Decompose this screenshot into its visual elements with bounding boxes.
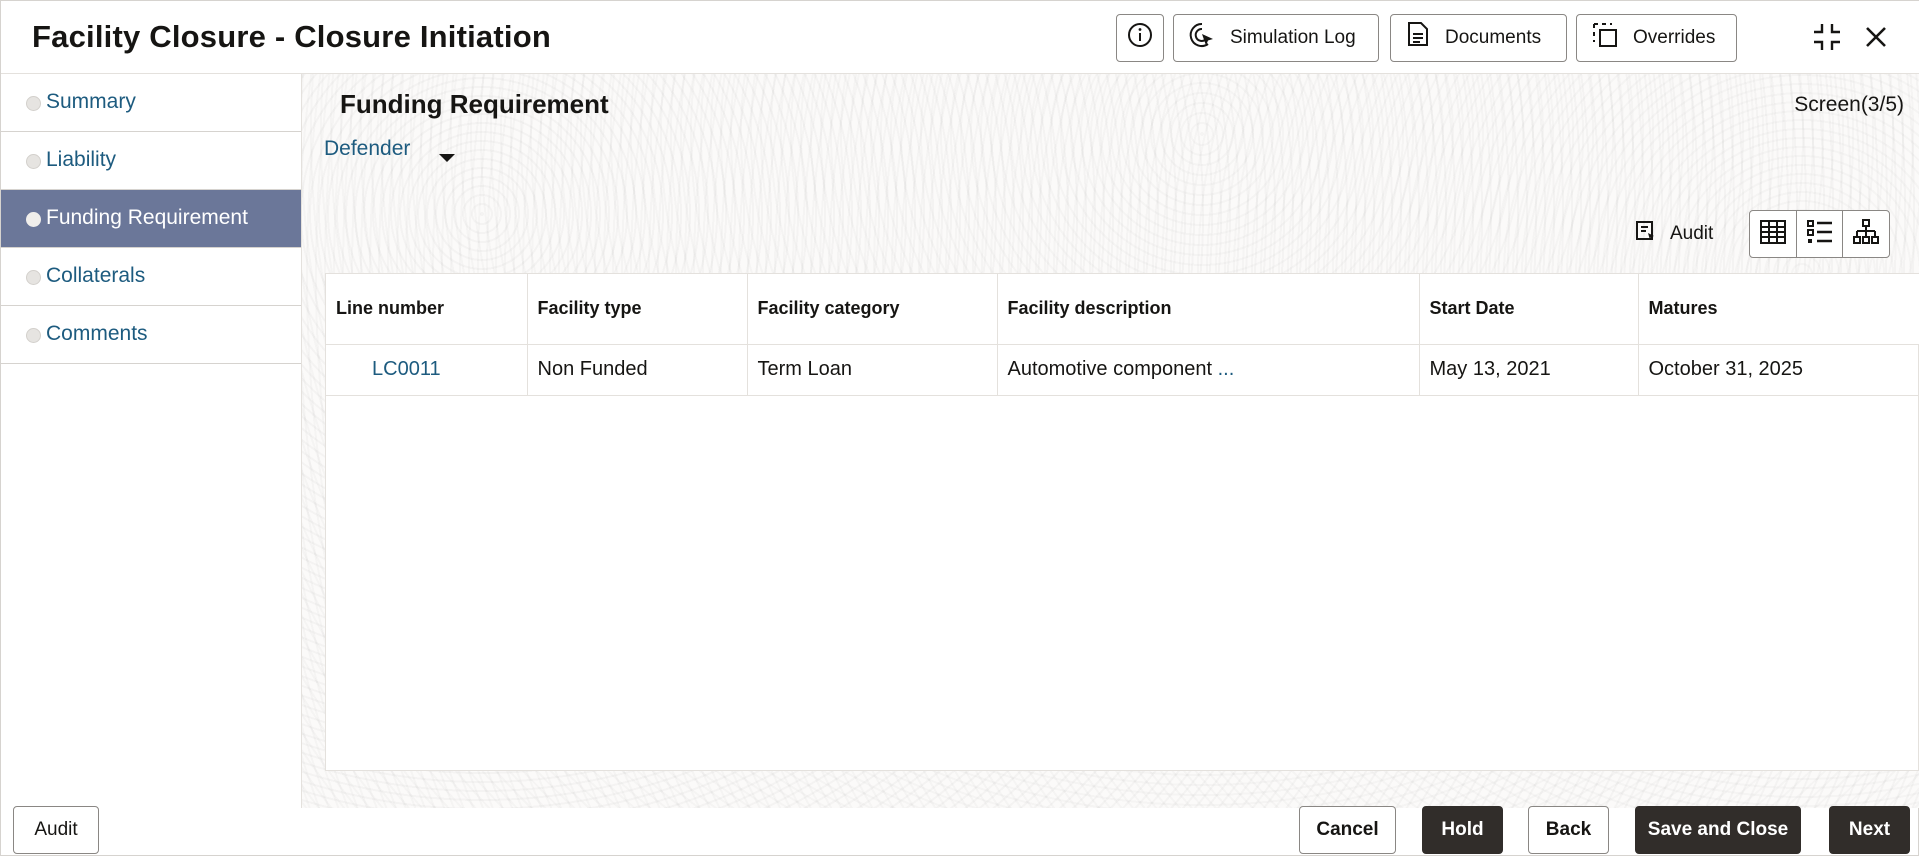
audit-button[interactable]: Audit bbox=[13, 806, 99, 854]
simulation-log-label: Simulation Log bbox=[1230, 27, 1356, 48]
table-view-button[interactable] bbox=[1750, 211, 1797, 257]
simulation-log-button[interactable]: Simulation Log bbox=[1173, 14, 1379, 62]
footer-bar bbox=[1, 808, 1919, 856]
close-icon[interactable] bbox=[1858, 19, 1894, 55]
info-icon bbox=[1127, 22, 1153, 54]
facility-description-cell: Automotive component ... bbox=[997, 344, 1420, 396]
cancel-button[interactable]: Cancel bbox=[1299, 806, 1396, 854]
overrides-button[interactable]: Overrides bbox=[1576, 14, 1737, 62]
hierarchy-view-button[interactable] bbox=[1843, 211, 1889, 257]
documents-label: Documents bbox=[1445, 27, 1542, 48]
sidebar-item-label: Summary bbox=[46, 90, 136, 113]
list-view-icon bbox=[1806, 219, 1833, 249]
overrides-icon bbox=[1591, 21, 1633, 55]
column-header[interactable]: Facility description bbox=[997, 274, 1420, 345]
chevron-down-icon[interactable] bbox=[439, 154, 455, 162]
collapse-window-icon[interactable] bbox=[1809, 19, 1845, 55]
column-header[interactable]: Line number bbox=[326, 274, 528, 345]
step-indicator bbox=[26, 328, 41, 343]
start-date-cell: May 13, 2021 bbox=[1419, 344, 1639, 396]
header-bar: Facility Closure - Closure Initiation Si… bbox=[1, 1, 1919, 74]
sidebar-item-liability[interactable]: Liability bbox=[1, 132, 301, 190]
facility-category-cell: Term Loan bbox=[747, 344, 998, 396]
list-view-button[interactable] bbox=[1797, 211, 1844, 257]
sidebar-item-label: Comments bbox=[46, 322, 148, 345]
document-icon bbox=[1405, 21, 1445, 55]
party-selector[interactable]: Defender bbox=[324, 137, 410, 161]
sidebar-item-funding-requirement[interactable]: Funding Requirement bbox=[1, 190, 301, 248]
table-header-row: Line number Facility type Facility categ… bbox=[326, 274, 1919, 345]
sidebar-item-collaterals[interactable]: Collaterals bbox=[1, 248, 301, 306]
column-header[interactable]: Facility type bbox=[527, 274, 748, 345]
hierarchy-icon bbox=[1853, 218, 1880, 250]
section-title: Funding Requirement bbox=[340, 89, 609, 119]
line-number-link[interactable]: LC0011 bbox=[326, 344, 528, 396]
simulation-log-icon bbox=[1188, 21, 1230, 55]
audit-link[interactable]: Audit bbox=[1634, 219, 1713, 249]
back-button[interactable]: Back bbox=[1528, 806, 1609, 854]
step-navigation: Summary Liability Funding Requirement Co… bbox=[1, 74, 302, 808]
screen-counter: Screen(3/5) bbox=[1794, 93, 1904, 116]
sidebar-item-label: Collaterals bbox=[46, 264, 146, 287]
save-and-close-button[interactable]: Save and Close bbox=[1635, 806, 1801, 854]
column-header[interactable]: Start Date bbox=[1419, 274, 1639, 345]
hold-button[interactable]: Hold bbox=[1422, 806, 1503, 854]
sidebar-item-summary[interactable]: Summary bbox=[1, 74, 301, 132]
matures-cell: October 31, 2025 bbox=[1638, 344, 1919, 396]
facility-description-text: Automotive component bbox=[1007, 358, 1213, 380]
sidebar-item-label: Liability bbox=[46, 148, 117, 171]
view-toggle bbox=[1749, 210, 1890, 258]
step-indicator bbox=[26, 270, 41, 285]
column-header[interactable]: Matures bbox=[1638, 274, 1919, 345]
sidebar-item-comments[interactable]: Comments bbox=[1, 306, 301, 364]
description-more-link[interactable]: ... bbox=[1218, 358, 1235, 380]
facility-closure-window: Facility Closure - Closure Initiation Si… bbox=[0, 0, 1919, 856]
next-button[interactable]: Next bbox=[1829, 806, 1910, 854]
info-button[interactable] bbox=[1116, 14, 1164, 62]
facility-type-cell: Non Funded bbox=[527, 344, 748, 396]
step-indicator bbox=[26, 96, 41, 111]
page-title: Facility Closure - Closure Initiation bbox=[32, 19, 551, 54]
overrides-label: Overrides bbox=[1633, 27, 1716, 48]
audit-icon bbox=[1634, 219, 1670, 249]
documents-button[interactable]: Documents bbox=[1390, 14, 1567, 62]
step-indicator bbox=[26, 212, 41, 227]
sidebar-item-label: Funding Requirement bbox=[46, 206, 248, 229]
step-indicator bbox=[26, 154, 41, 169]
funding-requirement-table: Line number Facility type Facility categ… bbox=[325, 273, 1919, 771]
table-view-icon bbox=[1759, 219, 1786, 249]
table-row[interactable]: LC0011 Non Funded Term Loan Automotive c… bbox=[326, 344, 1919, 396]
audit-link-label: Audit bbox=[1670, 223, 1714, 244]
column-header[interactable]: Facility category bbox=[747, 274, 998, 345]
